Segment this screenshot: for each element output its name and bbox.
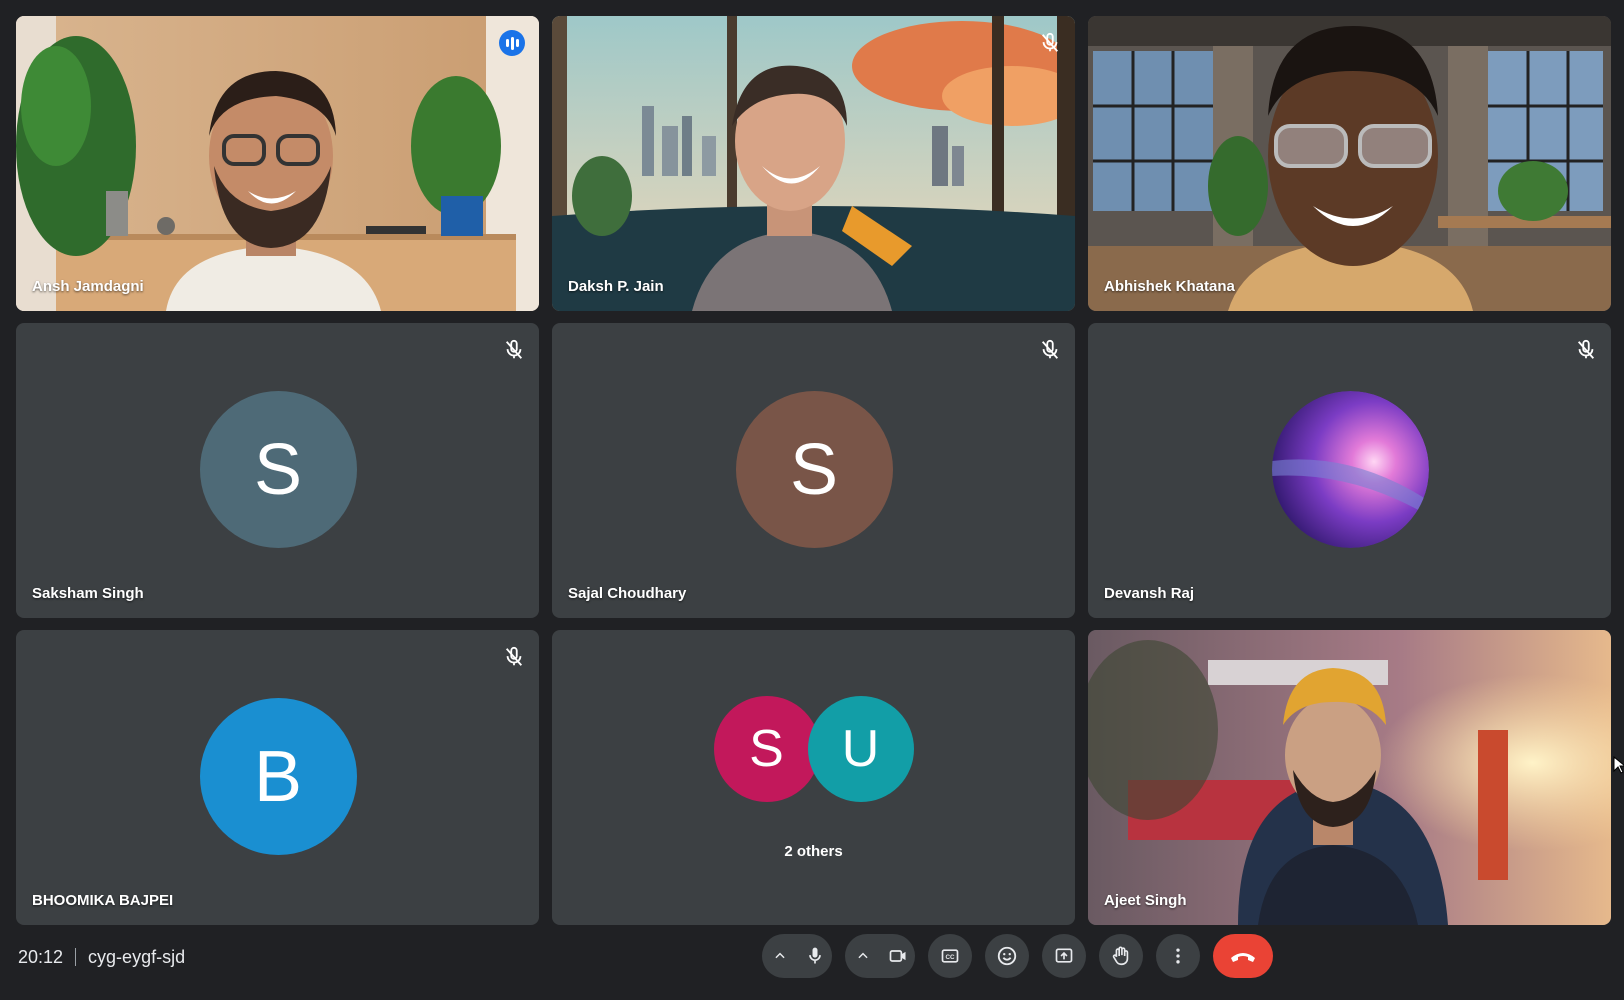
muted-icon (1041, 339, 1059, 359)
others-avatars: S U (713, 696, 914, 802)
participant-name: Sajal Choudhary (568, 585, 687, 602)
meeting-time: 20:12 (18, 947, 64, 967)
avatar: S (735, 391, 893, 548)
camera-control (845, 934, 915, 978)
emoji-icon (997, 946, 1017, 966)
tile-ajeet-singh[interactable]: Ajeet Singh (1088, 630, 1611, 925)
tile-others[interactable]: S U 2 others (552, 630, 1075, 925)
tile-sajal-choudhary[interactable]: S Sajal Choudhary (552, 323, 1075, 618)
participant-name: Saksham Singh (32, 585, 144, 602)
more-options-icon (1176, 948, 1180, 964)
call-controls: CC (762, 934, 1273, 978)
muted-icon (1577, 339, 1595, 359)
present-icon (1055, 948, 1073, 963)
avatar: S (713, 696, 820, 802)
tile-ansh-jamdagni[interactable]: Ansh Jamdagni (16, 16, 539, 311)
raise-hand-icon (1112, 946, 1129, 966)
video-feed (1088, 16, 1611, 311)
mic-options-button[interactable] (762, 934, 797, 978)
muted-icon (505, 339, 523, 359)
participant-name: Ansh Jamdagni (32, 278, 144, 295)
camera-options-button[interactable] (845, 934, 880, 978)
participant-name: Abhishek Khatana (1104, 278, 1235, 295)
participant-name: Devansh Raj (1104, 585, 1195, 602)
meeting-info: 20:12 cyg-eygf-sjd (18, 947, 185, 968)
divider (75, 948, 77, 966)
speaking-indicator-icon (499, 30, 525, 56)
captions-icon: CC (941, 949, 959, 963)
participant-name: Ajeet Singh (1104, 892, 1187, 909)
participant-grid: Ansh Jamdagni Daksh P. Jain Abhishek Kha… (16, 16, 1611, 925)
tile-daksh-p-jain[interactable]: Daksh P. Jain (552, 16, 1075, 311)
raise-hand-button[interactable] (1099, 934, 1143, 978)
microphone-control (762, 934, 832, 978)
meeting-code: cyg-eygf-sjd (88, 947, 186, 967)
others-count-label: 2 others (784, 843, 843, 860)
mouse-cursor-icon (1613, 756, 1624, 774)
emoji-button[interactable] (985, 934, 1029, 978)
camera-button[interactable] (880, 934, 915, 978)
participant-name: BHOOMIKA BAJPEI (32, 892, 174, 909)
end-call-button[interactable] (1213, 934, 1273, 978)
participant-name: Daksh P. Jain (568, 278, 664, 295)
chevron-up-icon (774, 952, 785, 959)
tile-abhishek-khatana[interactable]: Abhishek Khatana (1088, 16, 1611, 311)
camera-icon (889, 950, 905, 962)
present-button[interactable] (1042, 934, 1086, 978)
more-options-button[interactable] (1156, 934, 1200, 978)
microphone-icon (808, 947, 821, 964)
video-feed (552, 16, 1075, 311)
muted-icon (1041, 32, 1059, 52)
video-feed (1088, 630, 1611, 925)
avatar: S (199, 391, 357, 548)
svg-text:CC: CC (945, 954, 955, 961)
avatar: U (807, 696, 914, 802)
avatar: B (199, 698, 357, 855)
control-bar: 20:12 cyg-eygf-sjd CC (0, 930, 1624, 1000)
microphone-button[interactable] (797, 934, 832, 978)
avatar-galaxy-image (1271, 391, 1429, 548)
video-feed (16, 16, 539, 311)
muted-icon (505, 646, 523, 666)
tile-saksham-singh[interactable]: S Saksham Singh (16, 323, 539, 618)
tile-bhoomika-bajpei[interactable]: B BHOOMIKA BAJPEI (16, 630, 539, 925)
end-call-icon (1231, 953, 1255, 962)
tile-devansh-raj[interactable]: Devansh Raj (1088, 323, 1611, 618)
captions-button[interactable]: CC (928, 934, 972, 978)
chevron-up-icon (857, 952, 868, 959)
